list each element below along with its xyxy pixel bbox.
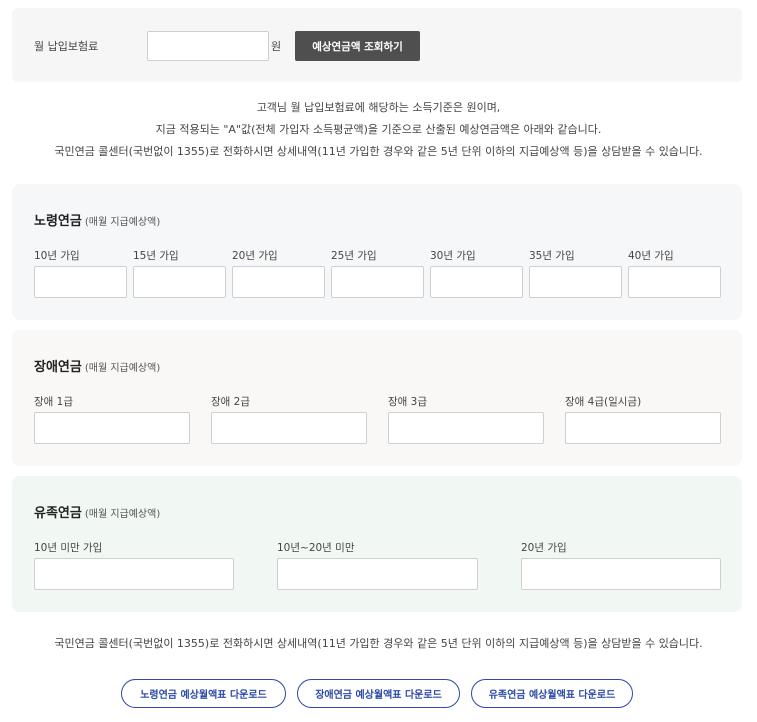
old-age-35y-input[interactable] — [529, 266, 622, 298]
survivor-field-under10: 10년 미만 가입 — [34, 540, 234, 590]
notice-line: 국민연금 콜센터(국번없이 1355)로 전화하시면 상세내역(11년 가입한 … — [54, 145, 703, 158]
disability-grade2-input[interactable] — [211, 412, 367, 444]
survivor-20y-input[interactable] — [521, 558, 721, 590]
field-label: 장애 4급(일시금) — [565, 396, 642, 408]
survivor-under10-input[interactable] — [34, 558, 234, 590]
section-subtitle: (매월 지급예상액) — [84, 363, 161, 374]
callcenter-notice: 국민연금 콜센터(국번없이 1355)로 전화하시면 상세내역(11년 가입한 … — [54, 637, 703, 650]
premium-label: 월 납입보험료 — [34, 40, 99, 53]
field-label: 25년 가입 — [331, 250, 377, 262]
disability-grade4-input[interactable] — [565, 412, 721, 444]
field-label: 10년 가입 — [34, 250, 80, 262]
field-label: 장애 3급 — [388, 396, 427, 408]
section-subtitle: (매월 지급예상액) — [84, 509, 161, 520]
old-age-20y-input[interactable] — [232, 266, 325, 298]
field-label: 20년 가입 — [521, 542, 567, 554]
disability-field-grade4: 장애 4급(일시금) — [565, 394, 721, 444]
survivor-pension-section: 유족연금 (매월 지급예상액) 10년 미만 가입 10년~20년 미만 20년 … — [12, 476, 742, 612]
field-label: 35년 가입 — [529, 250, 575, 262]
field-label: 40년 가입 — [628, 250, 674, 262]
disability-grade3-input[interactable] — [388, 412, 544, 444]
old-age-40y-input[interactable] — [628, 266, 721, 298]
field-label: 장애 1급 — [34, 396, 73, 408]
old-age-field-15y: 15년 가입 — [133, 248, 226, 298]
old-age-field-20y: 20년 가입 — [232, 248, 325, 298]
section-title: 장애연금 (매월 지급예상액) — [34, 356, 160, 375]
survivor-field-20y: 20년 가입 — [521, 540, 721, 590]
field-label: 10년 미만 가입 — [34, 542, 103, 554]
notice-line: 고객님 월 납입보험료에 해당하는 소득기준은 원이며, — [256, 101, 501, 114]
section-title-text: 노령연금 — [34, 214, 82, 229]
disability-field-grade1: 장애 1급 — [34, 394, 190, 444]
field-label: 30년 가입 — [430, 250, 476, 262]
download-disability-table-button[interactable]: 장애연금 예상월액표 다운로드 — [297, 679, 460, 708]
section-subtitle: (매월 지급예상액) — [84, 217, 161, 228]
section-title: 노령연금 (매월 지급예상액) — [34, 210, 160, 229]
old-age-10y-input[interactable] — [34, 266, 127, 298]
old-age-25y-input[interactable] — [331, 266, 424, 298]
currency-unit-label: 원 — [271, 40, 282, 53]
section-title-text: 장애연금 — [34, 360, 82, 375]
old-age-pension-section: 노령연금 (매월 지급예상액) 10년 가입 15년 가입 20년 가입 25년 … — [12, 184, 742, 320]
disability-pension-section: 장애연금 (매월 지급예상액) 장애 1급 장애 2급 장애 3급 장애 4급(일… — [12, 330, 742, 466]
section-title: 유족연금 (매월 지급예상액) — [34, 502, 160, 521]
query-pension-button[interactable]: 예상연금액 조회하기 — [295, 31, 420, 61]
old-age-field-25y: 25년 가입 — [331, 248, 424, 298]
survivor-field-10to20: 10년~20년 미만 — [277, 540, 478, 590]
field-label: 15년 가입 — [133, 250, 179, 262]
old-age-field-10y: 10년 가입 — [34, 248, 127, 298]
premium-query-panel: 월 납입보험료 원 예상연금액 조회하기 — [12, 8, 742, 82]
download-old-age-table-button[interactable]: 노령연금 예상월액표 다운로드 — [121, 679, 286, 708]
survivor-10to20-input[interactable] — [277, 558, 478, 590]
disability-field-grade2: 장애 2급 — [211, 394, 367, 444]
old-age-field-35y: 35년 가입 — [529, 248, 622, 298]
notice-line: 지금 적용되는 "A"값(전체 가입자 소득평균액)을 기준으로 산출된 예상연… — [155, 123, 602, 136]
download-survivor-table-button[interactable]: 유족연금 예상월액표 다운로드 — [471, 679, 633, 708]
field-label: 20년 가입 — [232, 250, 278, 262]
old-age-30y-input[interactable] — [430, 266, 523, 298]
result-notice: 고객님 월 납입보험료에 해당하는 소득기준은 원이며, 지금 적용되는 "A"… — [0, 97, 757, 163]
disability-grade1-input[interactable] — [34, 412, 190, 444]
old-age-field-40y: 40년 가입 — [628, 248, 721, 298]
field-label: 장애 2급 — [211, 396, 250, 408]
field-label: 10년~20년 미만 — [277, 542, 355, 554]
disability-field-grade3: 장애 3급 — [388, 394, 544, 444]
old-age-15y-input[interactable] — [133, 266, 226, 298]
old-age-field-30y: 30년 가입 — [430, 248, 523, 298]
monthly-premium-input[interactable] — [147, 31, 269, 61]
section-title-text: 유족연금 — [34, 506, 82, 521]
